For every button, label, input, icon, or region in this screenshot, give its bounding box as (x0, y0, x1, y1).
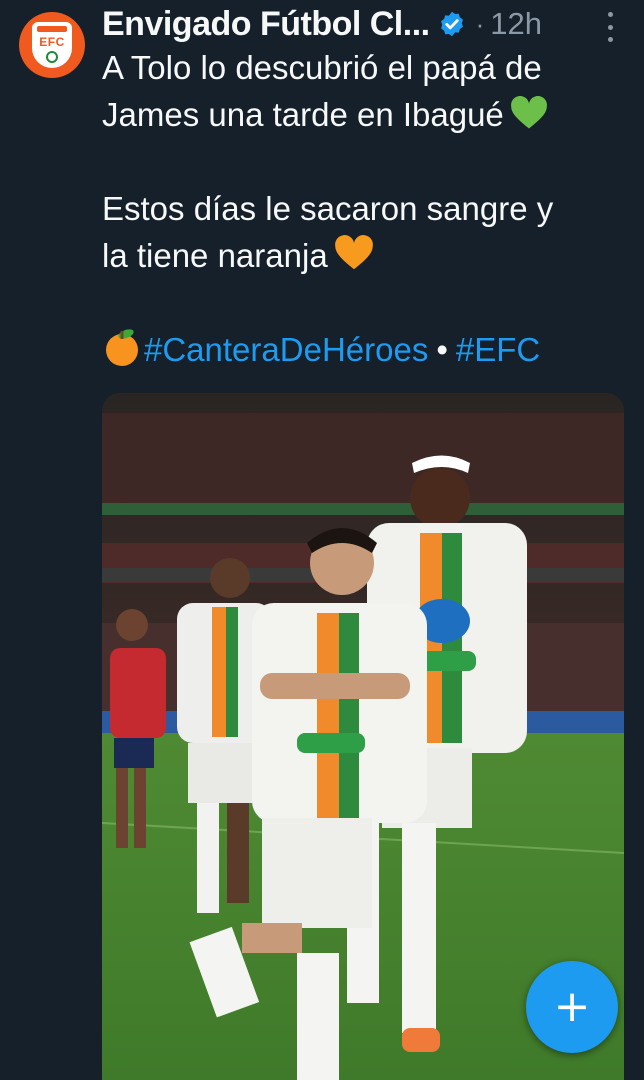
more-options-icon[interactable] (596, 12, 624, 42)
tangerine-icon (106, 329, 138, 366)
green-heart-icon (510, 96, 547, 129)
tweet-text: A Tolo lo descubrió el papá de James una… (102, 44, 632, 373)
tweet-timestamp[interactable]: 12h (490, 6, 542, 42)
hashtag-line: #CanteraDeHéroes • #EFC (102, 326, 632, 373)
tweet[interactable]: EFC Envigado Fútbol Cl... · 12h A Tolo l… (0, 0, 644, 1080)
hashtag-cantera[interactable]: #CanteraDeHéroes (144, 331, 428, 368)
compose-button[interactable]: + (526, 961, 618, 1053)
tweet-header: Envigado Fútbol Cl... · 12h (102, 4, 632, 44)
orange-heart-icon (334, 235, 373, 270)
tweet-line-1: A Tolo lo descubrió el papá de (102, 49, 542, 86)
hashtag-efc[interactable]: #EFC (456, 331, 540, 368)
avatar-crest-text: EFC (39, 35, 65, 49)
verified-badge-icon (440, 11, 463, 37)
author-name[interactable]: Envigado Fútbol Cl... (102, 5, 430, 44)
header-separator: · (475, 8, 485, 39)
hashtag-separator: • (436, 331, 448, 368)
tweet-line-2: James una tarde en Ibagué (102, 91, 632, 138)
tweet-line-3: Estos días le sacaron sangre y (102, 190, 554, 227)
tweet-line-4-text: la tiene naranja (102, 237, 328, 274)
tweet-line-2-text: James una tarde en Ibagué (102, 96, 504, 133)
tweet-line-4: la tiene naranja (102, 232, 632, 279)
avatar[interactable]: EFC (19, 12, 85, 78)
club-crest-icon: EFC (32, 22, 72, 68)
